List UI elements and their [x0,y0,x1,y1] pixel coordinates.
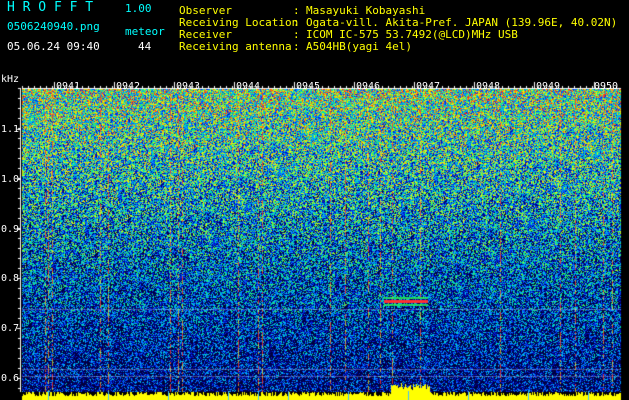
date-time: 05.06.24 09:40 [7,40,100,53]
y-tick-label: 0.6 [1,373,20,384]
app-title: H R O F F T [7,0,94,15]
app-version: 1.00 [125,2,152,15]
antenna-label: Receiving antenna [179,40,292,53]
y-axis-unit: kHz [1,74,20,85]
y-tick-label: 0.8 [1,273,20,284]
y-tick-label: 1.1 [1,124,20,135]
y-tick-label: 0.9 [1,224,20,235]
x-tick-label: 0941 [56,81,81,92]
file-name: 0506240940.png [7,20,100,33]
meteor-label: meteor [125,25,165,38]
x-tick-label: 0946 [356,81,381,92]
x-tick-label: 0943 [176,81,201,92]
x-tick-label: 0947 [416,81,441,92]
y-tick-label: 1.0 [1,174,20,185]
x-tick-label: 0948 [476,81,501,92]
x-tick-label: 0944 [236,81,261,92]
antenna-value: A504HB(yagi 4el) [306,40,412,53]
meteor-count: 44 [138,40,152,53]
y-tick-label: 0.7 [1,323,20,334]
spectrogram-canvas [0,0,629,400]
x-tick-label: 0950 [594,81,619,92]
x-tick-label: 0945 [296,81,321,92]
x-tick-label: 0942 [116,81,141,92]
antenna-colon: : [293,40,300,53]
x-tick-label: 0949 [536,81,561,92]
